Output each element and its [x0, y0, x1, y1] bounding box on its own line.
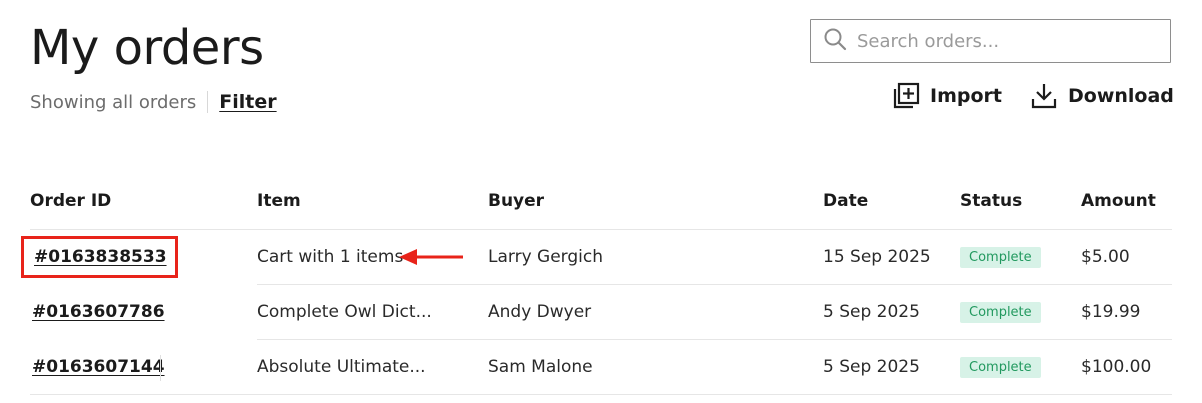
- item-cell: Cart with 1 items: [257, 229, 488, 285]
- order-id-link[interactable]: #0163607786: [30, 302, 165, 322]
- order-id-cell: #0163607786: [30, 284, 257, 339]
- date-cell: 5 Sep 2025: [823, 339, 960, 395]
- column-header-status[interactable]: Status: [960, 174, 1081, 230]
- buyer-cell: Larry Gergich: [488, 229, 823, 285]
- import-icon: [893, 82, 920, 109]
- highlight-box: #0163838533: [21, 235, 178, 278]
- amount-cell: $19.99: [1081, 284, 1172, 340]
- download-button[interactable]: Download: [1030, 82, 1174, 110]
- buyer-cell: Sam Malone: [488, 339, 823, 395]
- status-badge: Complete: [960, 356, 1041, 378]
- item-cell: Absolute Ultimate...: [257, 339, 488, 395]
- orders-page: My orders Showing all orders Filter Impo…: [0, 0, 1202, 403]
- search-input[interactable]: [857, 30, 1157, 52]
- status-cell: Complete: [960, 229, 1081, 285]
- order-id-cell: #0163838533: [21, 229, 257, 284]
- filter-link[interactable]: Filter: [219, 91, 276, 113]
- showing-text: Showing all orders: [30, 91, 197, 113]
- table-row[interactable]: #0163607786 Complete Owl Dict... Andy Dw…: [30, 284, 1172, 340]
- date-cell: 15 Sep 2025: [823, 229, 960, 285]
- buyer-cell: Andy Dwyer: [488, 284, 823, 340]
- download-label: Download: [1068, 85, 1174, 107]
- table-row[interactable]: #0163607144 Absolute Ultimate... Sam Mal…: [30, 339, 1172, 395]
- column-header-amount[interactable]: Amount: [1081, 174, 1172, 230]
- column-header-buyer[interactable]: Buyer: [488, 174, 823, 230]
- import-button[interactable]: Import: [893, 82, 1002, 109]
- order-id-link[interactable]: #0163838533: [32, 247, 167, 267]
- column-header-order-id[interactable]: Order ID: [30, 174, 257, 230]
- date-cell: 5 Sep 2025: [823, 284, 960, 340]
- search-box[interactable]: [810, 19, 1171, 63]
- page-title: My orders: [30, 20, 264, 76]
- divider: [160, 355, 161, 381]
- status-badge: Complete: [960, 246, 1041, 268]
- status-badge: Complete: [960, 301, 1041, 323]
- table-row[interactable]: #0163838533 Cart with 1 items Larry Gerg…: [21, 229, 1172, 285]
- orders-table: Order ID Item Buyer Date Status Amount #…: [21, 174, 1172, 395]
- filter-bar: Showing all orders Filter: [30, 90, 277, 114]
- column-header-date[interactable]: Date: [823, 174, 960, 230]
- divider: [207, 91, 209, 113]
- item-cell: Complete Owl Dict...: [257, 284, 488, 340]
- status-cell: Complete: [960, 339, 1081, 395]
- import-label: Import: [930, 84, 1002, 107]
- order-id-link[interactable]: #0163607144: [30, 357, 165, 377]
- amount-cell: $100.00: [1081, 339, 1172, 395]
- status-cell: Complete: [960, 284, 1081, 340]
- search-icon: [823, 27, 847, 55]
- amount-cell: $5.00: [1081, 229, 1172, 285]
- table-header-row: Order ID Item Buyer Date Status Amount: [30, 174, 1172, 230]
- order-id-cell: #0163607144: [30, 339, 257, 395]
- item-name: Cart with 1 items: [257, 246, 404, 267]
- arrow-left-icon: [399, 248, 465, 270]
- column-header-item[interactable]: Item: [257, 174, 488, 230]
- download-icon: [1030, 82, 1058, 110]
